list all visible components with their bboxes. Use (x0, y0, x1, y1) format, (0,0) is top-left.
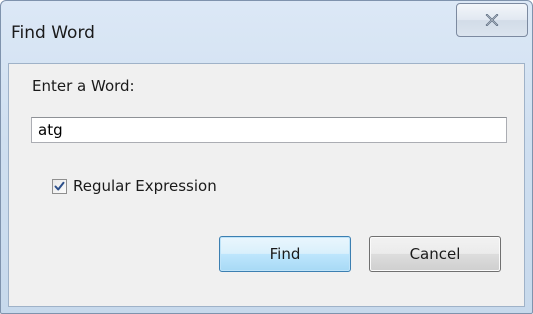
regular-expression-checkbox-row[interactable]: Regular Expression (52, 177, 217, 195)
enter-word-label: Enter a Word: (32, 77, 135, 95)
word-input[interactable] (31, 117, 507, 143)
regular-expression-label: Regular Expression (73, 177, 217, 195)
close-button[interactable] (456, 3, 528, 37)
checkmark-icon (54, 181, 65, 190)
title-bar[interactable]: Find Word (1, 1, 532, 63)
cancel-button[interactable]: Cancel (369, 236, 501, 272)
find-button[interactable]: Find (219, 236, 351, 272)
close-x-icon (485, 14, 499, 26)
window-title: Find Word (11, 23, 95, 43)
regular-expression-checkbox[interactable] (52, 178, 67, 194)
